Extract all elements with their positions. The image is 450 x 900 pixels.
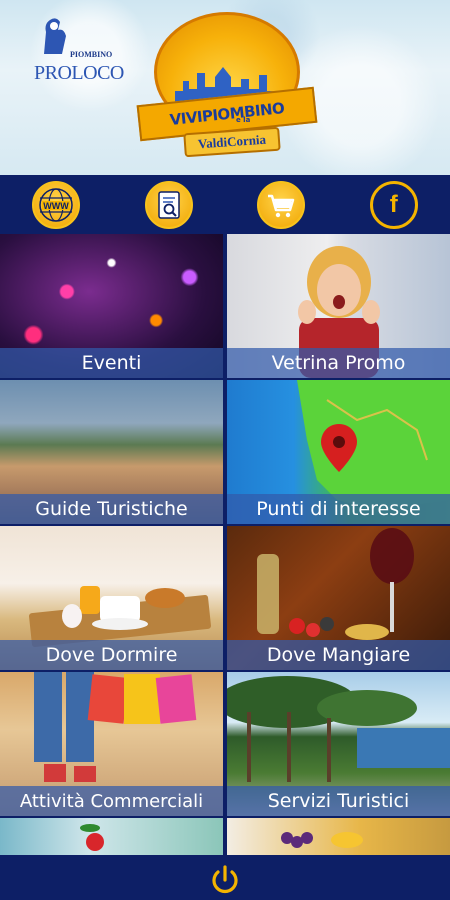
tile-dove-mangiare[interactable]: Dove Mangiare	[227, 526, 450, 670]
tile-servizi-turistici[interactable]: Servizi Turistici	[227, 672, 450, 816]
tile-guide-turistiche[interactable]: Guide Turistiche	[0, 380, 223, 524]
tile-label: Servizi Turistici	[227, 786, 450, 816]
svg-text:WWW: WWW	[44, 201, 70, 211]
tile-label: Guide Turistiche	[0, 494, 223, 524]
tile-label: Vetrina Promo	[227, 348, 450, 378]
logo-connector-text: e la	[236, 116, 251, 124]
tile-partial-left[interactable]	[0, 818, 223, 855]
logo-sub-text: ValdiCornia	[197, 131, 267, 152]
proloco-big-text: PROLOCO	[34, 62, 124, 84]
facebook-button[interactable]: f	[369, 180, 418, 229]
shop-button[interactable]	[257, 180, 306, 229]
app-header: PIOMBINO PROLOCO VIVIPIOMBINO e la Valdi…	[0, 0, 450, 175]
logo-main-text: VIVIPIOMBINO	[168, 99, 286, 129]
tile-label: Attività Commerciali	[0, 786, 223, 816]
website-button[interactable]: WWW	[32, 180, 81, 229]
vivipiombino-logo: VIVIPIOMBINO e la ValdiCornia	[136, 12, 318, 162]
search-document-icon	[158, 190, 180, 219]
shopping-cart-icon	[268, 194, 295, 217]
tile-label: Dove Dormire	[0, 640, 223, 670]
tile-label: Punti di interesse	[227, 494, 450, 524]
search-guide-button[interactable]	[144, 180, 193, 229]
globe-www-icon: WWW	[39, 187, 73, 222]
tile-partial-right[interactable]	[227, 818, 450, 855]
proloco-logo: PIOMBINO PROLOCO	[32, 14, 134, 90]
facebook-icon: f	[389, 190, 398, 218]
bottom-bar	[0, 860, 450, 900]
tile-vetrina-promo[interactable]: Vetrina Promo	[227, 234, 450, 378]
tile-eventi[interactable]: Eventi	[0, 234, 223, 378]
tile-dove-dormire[interactable]: Dove Dormire	[0, 526, 223, 670]
tile-label: Dove Mangiare	[227, 640, 450, 670]
tile-attivita-commerciali[interactable]: Attività Commerciali	[0, 672, 223, 816]
menu-grid: Eventi Vetrina Promo Guide Turistiche Pu…	[0, 234, 450, 860]
proloco-small-text: PIOMBINO	[70, 50, 113, 59]
tile-punti-di-interesse[interactable]: Punti di interesse	[227, 380, 450, 524]
power-icon	[212, 865, 238, 894]
tile-label: Eventi	[0, 348, 223, 378]
power-button[interactable]	[207, 862, 243, 898]
top-toolbar: WWW f	[0, 175, 450, 234]
